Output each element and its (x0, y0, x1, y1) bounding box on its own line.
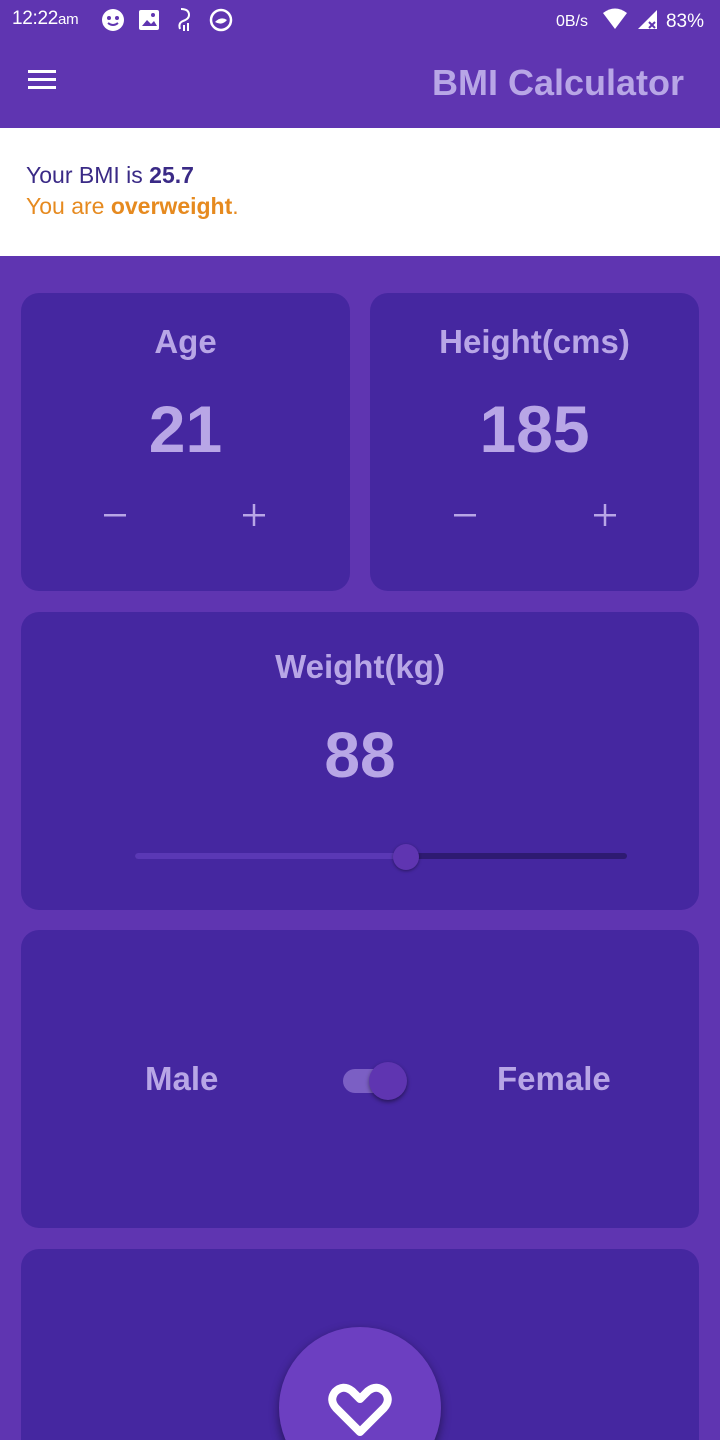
age-increment-button[interactable] (232, 495, 276, 539)
bmi-result-panel: Your BMI is 25.7 You are overweight. (0, 128, 720, 256)
status-bar: 12:22am 0B/s 83% (0, 0, 720, 40)
wifi-icon (602, 8, 628, 36)
bmi-status-suffix: . (232, 193, 239, 219)
age-value: 21 (148, 392, 223, 466)
status-time-value: 12:22 (12, 8, 59, 29)
weight-value: 88 (324, 719, 396, 791)
cell-signal-icon (636, 8, 658, 36)
height-label: Height(cms) (439, 323, 630, 360)
height-card: Height(cms) 185 (370, 293, 699, 591)
gender-switch[interactable] (343, 1061, 409, 1101)
app-bar: BMI Calculator (0, 40, 720, 128)
height-increment-button[interactable] (583, 495, 627, 539)
app-title: BMI Calculator (431, 62, 684, 103)
weight-card: Weight(kg) 88 (21, 612, 699, 910)
age-label: Age (154, 323, 217, 360)
signal-notification-icon (172, 7, 198, 33)
circle-app-icon (208, 7, 234, 33)
status-time-ampm: am (58, 11, 79, 28)
bmi-value: 25.7 (149, 162, 194, 188)
battery-level: 83% (665, 11, 704, 32)
status-notification-icons (100, 7, 234, 33)
bmi-status-prefix: You are (26, 193, 111, 219)
gender-female-label[interactable]: Female (497, 1060, 611, 1098)
gender-card: Male Female (21, 930, 699, 1228)
network-speed: 0B/s (555, 13, 588, 30)
bmi-prefix: Your BMI is (26, 162, 150, 188)
age-decrement-button[interactable] (93, 495, 137, 539)
age-card: Age 21 (21, 293, 350, 591)
gender-male-label[interactable]: Male (145, 1060, 218, 1098)
height-decrement-button[interactable] (443, 495, 487, 539)
weight-label: Weight(kg) (275, 648, 445, 685)
plus-icon (242, 503, 266, 532)
menu-icon[interactable] (28, 70, 58, 96)
bmi-status-value: overweight (110, 193, 233, 219)
minus-icon (103, 503, 127, 532)
bmi-status-line: You are overweight. (26, 193, 694, 220)
weight-slider[interactable] (135, 844, 627, 870)
minus-icon (453, 503, 477, 532)
weight-slider-thumb[interactable] (392, 844, 419, 870)
height-value: 185 (479, 392, 590, 466)
image-icon (136, 7, 162, 33)
gender-switch-knob (369, 1062, 407, 1100)
status-time: 12:22am (12, 8, 79, 30)
status-right: 0B/s 83% (556, 8, 704, 36)
weight-slider-fill (135, 853, 406, 859)
heart-icon (326, 1382, 394, 1440)
bmi-result-line: Your BMI is 25.7 (26, 162, 694, 189)
face-icon (100, 7, 126, 33)
plus-icon (593, 503, 617, 532)
